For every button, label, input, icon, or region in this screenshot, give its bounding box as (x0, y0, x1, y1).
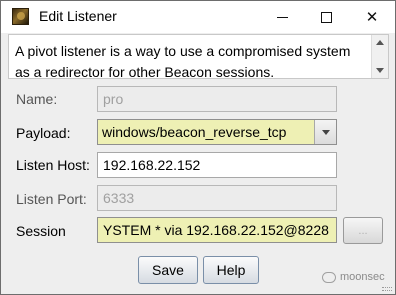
listen-host-label: Listen Host: (16, 157, 90, 173)
session-label: Session (16, 223, 66, 239)
description-text: A pivot listener is a way to use a compr… (15, 43, 351, 80)
save-button[interactable]: Save (138, 256, 198, 284)
minimize-icon (276, 16, 288, 18)
resize-grip-icon[interactable] (382, 287, 392, 291)
title-bar[interactable]: Edit Listener ✕ (1, 1, 395, 33)
scroll-up-icon[interactable] (376, 40, 384, 45)
session-browse-button[interactable]: ... (343, 217, 383, 244)
wechat-icon (322, 271, 336, 283)
close-button[interactable]: ✕ (349, 1, 395, 33)
close-icon: ✕ (365, 8, 379, 26)
help-button[interactable]: Help (203, 256, 259, 284)
maximize-button[interactable] (303, 1, 349, 33)
watermark: moonsec (322, 271, 385, 283)
name-field: pro (97, 86, 337, 112)
name-label: Name: (16, 91, 58, 107)
description-panel: A pivot listener is a way to use a compr… (8, 34, 389, 80)
window-title: Edit Listener (39, 8, 117, 24)
listen-port-field: 6333 (97, 185, 337, 211)
session-field[interactable]: YSTEM * via 192.168.22.152@8228 (97, 217, 337, 243)
app-icon (12, 8, 29, 25)
payload-dropdown-button[interactable] (314, 120, 336, 144)
listen-host-input[interactable]: 192.168.22.152 (97, 152, 337, 178)
scroll-down-icon[interactable] (376, 68, 384, 73)
payload-select[interactable]: windows/beacon_reverse_tcp (97, 119, 337, 145)
maximize-icon (320, 11, 332, 23)
edit-listener-dialog: Edit Listener ✕ A pivot listener is a wa… (0, 0, 396, 295)
listen-port-label: Listen Port: (16, 191, 87, 207)
payload-label: Payload: (16, 125, 71, 141)
payload-selected-value: windows/beacon_reverse_tcp (102, 124, 287, 140)
chevron-down-icon (322, 130, 330, 135)
minimize-button[interactable] (259, 1, 305, 33)
description-scrollbar[interactable] (371, 35, 388, 78)
watermark-text: moonsec (340, 271, 385, 283)
